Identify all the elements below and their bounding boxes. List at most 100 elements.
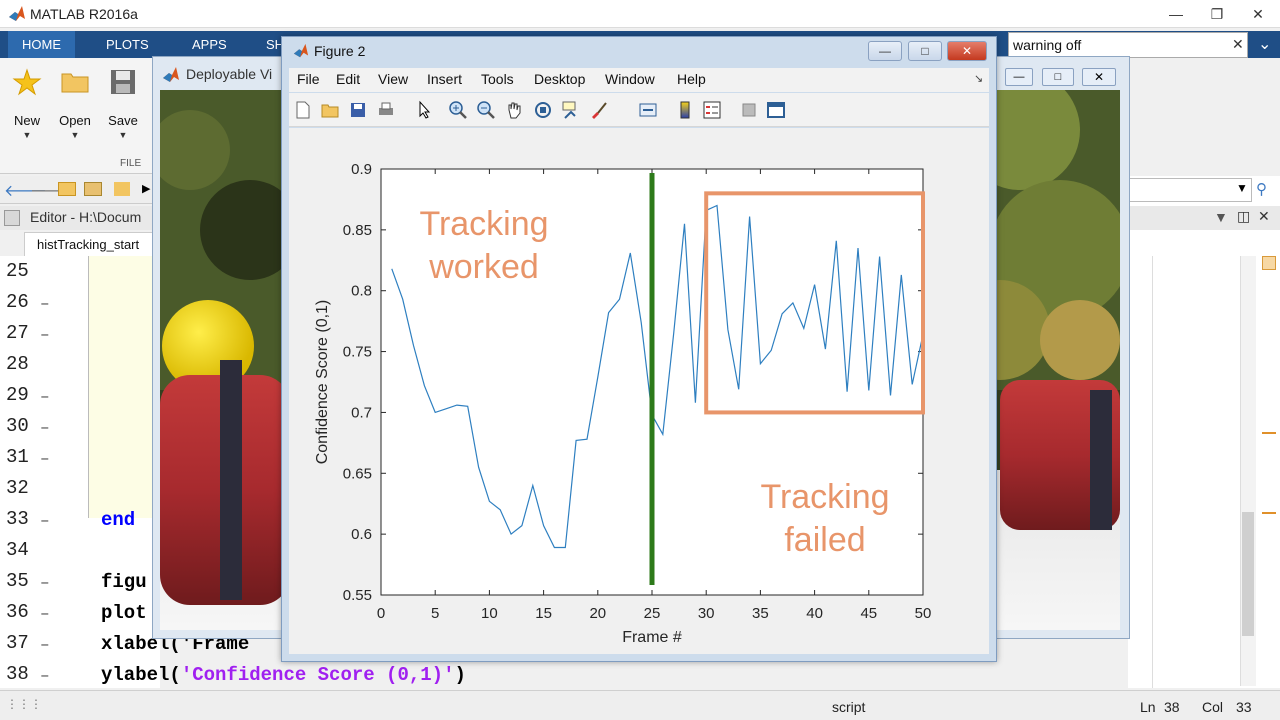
colorbar-icon[interactable] (675, 100, 695, 120)
data-cursor-icon[interactable] (561, 100, 581, 120)
tab-apps[interactable]: APPS (178, 31, 241, 58)
clear-search-icon[interactable]: ✕ (1232, 36, 1244, 53)
print-icon[interactable] (376, 100, 396, 120)
menu-file[interactable]: File (297, 71, 320, 87)
close-panel-icon[interactable]: ✕ (1258, 208, 1270, 225)
confidence-line-chart[interactable]: 0 5 10 15 20 25 30 35 40 45 50 0.55 0.6 0.65 0.7 0.75 0.… (289, 128, 989, 654)
breakpoint-dash[interactable]: – (40, 450, 52, 468)
zoom-out-icon[interactable] (476, 100, 496, 120)
code-line[interactable]: end (101, 509, 135, 531)
minimize-button[interactable]: — (1005, 68, 1033, 86)
pointer-icon[interactable] (414, 100, 434, 120)
breakpoint-dash[interactable]: – (40, 574, 52, 592)
scrollbar-thumb[interactable] (1242, 512, 1254, 636)
menu-insert[interactable]: Insert (427, 71, 462, 87)
line-number: 38 (6, 663, 29, 685)
line-number: 36 (6, 601, 29, 623)
code-line[interactable]: figu (101, 571, 147, 593)
legend-icon[interactable] (702, 100, 722, 120)
link-icon[interactable] (638, 100, 658, 120)
expand-icon[interactable]: ⌄ (1258, 34, 1271, 54)
brush-icon[interactable] (589, 100, 609, 120)
menu-view[interactable]: View (378, 71, 408, 87)
breakpoint-dash[interactable]: – (40, 388, 52, 406)
line-number: 31 (6, 446, 29, 468)
editor-icon (4, 210, 20, 226)
chevron-down-icon[interactable]: ▼ (1236, 181, 1248, 195)
zoom-in-icon[interactable] (448, 100, 468, 120)
close-button[interactable]: ✕ (1238, 2, 1278, 26)
menu-help[interactable]: Help (677, 71, 706, 87)
open-button[interactable]: Open ▼ (52, 68, 98, 140)
path-chevron-icon[interactable]: ▶ (142, 182, 150, 195)
menu-tools[interactable]: Tools (481, 71, 514, 87)
hide-tools-icon[interactable] (739, 100, 759, 120)
panel-options-icon[interactable]: ▼ (1214, 209, 1228, 225)
chevron-down-icon: ▼ (22, 130, 32, 140)
warning-marker-icon[interactable] (1262, 256, 1276, 270)
save-button[interactable]: Save ▼ (100, 68, 146, 140)
minimize-button[interactable]: — (1156, 2, 1196, 26)
line-number: 34 (6, 539, 29, 561)
line-number: 37 (6, 632, 29, 654)
tracking-worked-annotation: Tracking (419, 205, 548, 243)
folder-icon[interactable] (114, 182, 130, 196)
open-icon[interactable] (320, 100, 340, 120)
code-line[interactable]: ylabel('Confidence Score (0,1)') (101, 664, 466, 686)
workspace-panel[interactable] (1128, 176, 1280, 688)
col-value: 33 (1236, 699, 1252, 715)
breakpoint-dash[interactable]: – (40, 419, 52, 437)
tab-plots[interactable]: PLOTS (92, 31, 163, 58)
breakpoint-dash[interactable]: – (40, 605, 52, 623)
breakpoint-dash[interactable]: – (40, 326, 52, 344)
current-folder-path-field[interactable] (1128, 178, 1252, 202)
close-button[interactable]: ✕ (947, 41, 987, 61)
minimize-button[interactable]: — (868, 41, 902, 61)
file-mode: script (832, 699, 866, 715)
x-tick-label: 15 (535, 605, 552, 622)
restore-button[interactable]: ❐ (1197, 2, 1237, 26)
y-tick-label: 0.9 (351, 161, 372, 178)
dock-arrow-icon[interactable]: ↘ (974, 72, 983, 85)
save-icon (111, 70, 135, 94)
breakpoint-dash[interactable]: – (40, 636, 52, 654)
menu-desktop[interactable]: Desktop (534, 71, 585, 87)
save-icon[interactable] (348, 100, 368, 120)
app-title: MATLAB R2016a (30, 6, 138, 22)
search-documentation-input[interactable]: warning off (1008, 32, 1248, 58)
line-number: 32 (6, 477, 29, 499)
pan-icon[interactable] (504, 100, 524, 120)
breakpoint-dash[interactable]: – (40, 512, 52, 530)
new-figure-icon[interactable] (293, 100, 313, 120)
code-line[interactable]: plot (101, 602, 147, 624)
path-navigation-bar: 🡐 🡒 ▶ (0, 176, 160, 204)
editor-file-tab[interactable]: histTracking_start (24, 232, 160, 256)
rotate-icon[interactable] (533, 100, 553, 120)
menu-edit[interactable]: Edit (336, 71, 360, 87)
tab-home[interactable]: HOME (8, 31, 75, 58)
x-tick-label: 30 (698, 605, 715, 622)
message-marker[interactable] (1262, 512, 1276, 514)
col-label: Col (1202, 699, 1224, 715)
y-tick-label: 0.85 (343, 222, 372, 239)
x-tick-label: 20 (589, 605, 606, 622)
maximize-button[interactable]: □ (1042, 68, 1074, 86)
dock-icon[interactable] (766, 100, 786, 120)
new-button[interactable]: New ▼ (4, 68, 50, 140)
tracking-failed-annotation: failed (784, 521, 865, 559)
up-folder-icon[interactable] (58, 182, 76, 196)
line-number: 33 (6, 508, 29, 530)
breakpoint-dash[interactable]: – (40, 295, 52, 313)
undock-icon[interactable]: ◫ (1237, 208, 1250, 225)
browse-folder-icon[interactable] (84, 182, 102, 196)
search-icon[interactable]: ⚲ (1256, 180, 1267, 198)
breakpoint-dash[interactable]: – (40, 667, 52, 685)
close-button[interactable]: ✕ (1082, 68, 1116, 86)
message-marker[interactable] (1262, 432, 1276, 434)
line-number: 28 (6, 353, 29, 375)
maximize-button[interactable]: □ (908, 41, 942, 61)
menu-window[interactable]: Window (605, 71, 655, 87)
figure-canvas[interactable]: 0 5 10 15 20 25 30 35 40 45 50 0.55 0.6 0.65 0.7 0.75 0.… (289, 128, 989, 654)
status-bar: ⋮⋮⋮ script Ln 38 Col 33 (0, 690, 1280, 720)
new-label: New (13, 113, 40, 128)
